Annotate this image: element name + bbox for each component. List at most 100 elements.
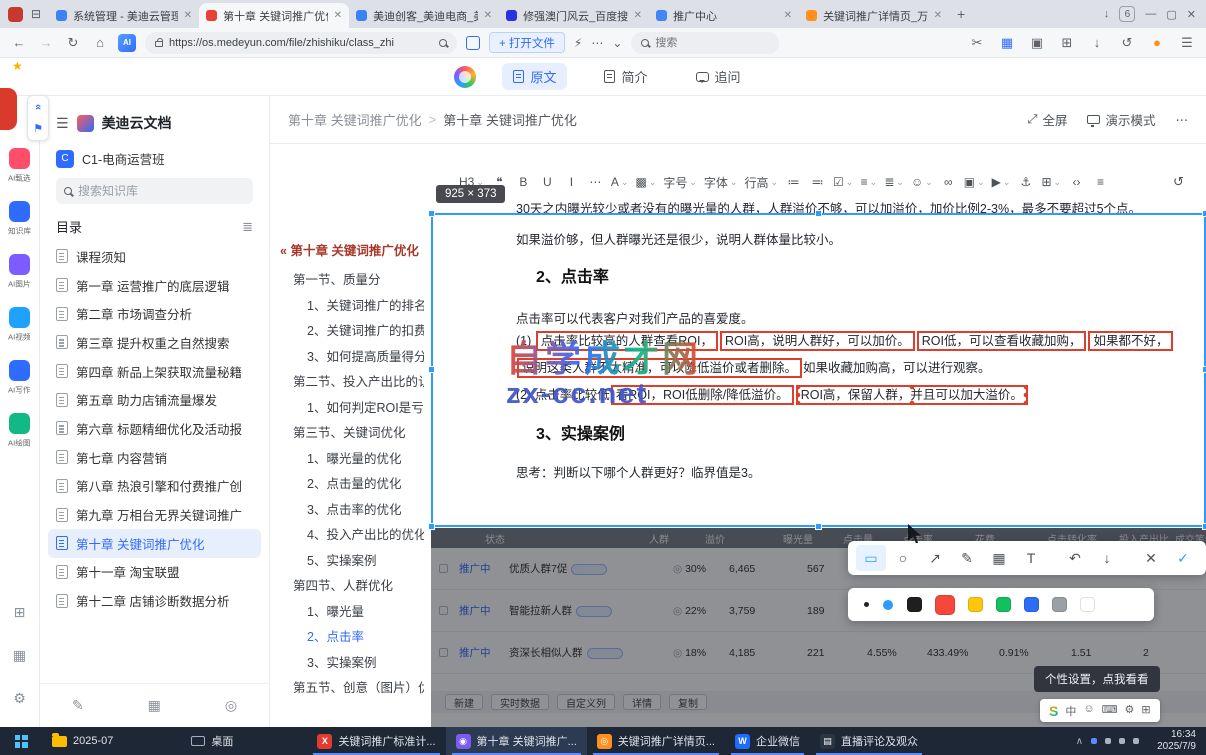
close-icon[interactable]: ✕ <box>1187 8 1196 21</box>
tray-expand-icon[interactable]: ∧ <box>1076 736 1083 747</box>
toc-item[interactable]: 1、关键词推广的排名公式 <box>280 294 424 320</box>
color-swatch[interactable] <box>1024 597 1039 612</box>
chevron-down-icon[interactable]: ⌄ <box>612 36 622 50</box>
ime-icon[interactable]: ☺ <box>1083 703 1094 719</box>
chapter-item[interactable]: 第九章 万相台无界关键词推广 <box>48 500 261 529</box>
mosaic-tool[interactable]: ▦ <box>984 545 1014 571</box>
back-icon[interactable]: ← <box>10 35 28 51</box>
toc-item[interactable]: 第二节、投入产出比的认识 <box>280 370 424 396</box>
present-mode-button[interactable]: 演示模式 <box>1087 110 1156 129</box>
color-swatch[interactable] <box>1052 597 1067 612</box>
toc-item[interactable]: 3、点击率的优化 <box>280 498 424 524</box>
browser-tab[interactable]: 系统管理 - 美迪云管理 ✕ <box>49 3 199 28</box>
toc-item[interactable]: 1、曝光量 <box>280 600 424 626</box>
resize-handle[interactable] <box>1202 210 1206 217</box>
scissors-icon[interactable]: ✂ <box>968 35 986 51</box>
settings-icon[interactable]: ⚙ <box>13 690 26 707</box>
menu-icon[interactable]: ☰ <box>1178 35 1196 51</box>
collapse-up-icon[interactable]: « <box>32 104 44 110</box>
taskbar-app[interactable]: ◎ 关键词推广详情页... <box>587 727 725 755</box>
color-swatch[interactable] <box>1080 597 1095 612</box>
toc-item[interactable]: 第三节、关键词优化 <box>280 421 424 447</box>
toc-item[interactable]: 4、投入产出比的优化（观察7天/15... <box>280 523 424 549</box>
chapter-item[interactable]: 第十一章 淘宝联盟 <box>48 558 261 587</box>
pen-tool[interactable]: ✎ <box>952 545 982 571</box>
brush-size-small[interactable] <box>864 602 869 607</box>
toolbar-search-input[interactable] <box>655 36 770 49</box>
start-button[interactable] <box>0 727 42 755</box>
bookmark-star-icon[interactable]: ★ <box>12 59 23 73</box>
open-file-button[interactable]: + 打开文件 <box>489 32 565 53</box>
resize-handle[interactable] <box>1202 523 1206 530</box>
chapter-item[interactable]: 第七章 内容营销 <box>48 443 261 472</box>
tab-close-icon[interactable]: ✕ <box>784 10 792 21</box>
resize-handle[interactable] <box>428 366 435 373</box>
toc-title[interactable]: « 第十章 关键词推广优化 <box>280 240 424 259</box>
collapse-icon[interactable]: « <box>280 244 287 258</box>
chapter-item[interactable]: 第十二章 店铺诊断数据分析 <box>48 586 261 615</box>
toc-item[interactable]: 2、关键词推广的扣费公式 <box>280 319 424 345</box>
power-icon[interactable]: ◎ <box>225 697 237 714</box>
capture-selection[interactable] <box>428 210 1206 530</box>
taskbar-app[interactable]: W 企业微信 <box>725 727 810 755</box>
rail-item[interactable]: AI甄选 <box>6 148 33 184</box>
toc-item[interactable]: 1、如何判定ROI是亏是赚 <box>280 396 424 422</box>
toc-item[interactable]: 第四节、人群优化 <box>280 574 424 600</box>
minimize-icon[interactable]: — <box>1145 8 1156 20</box>
apps-grid-icon[interactable]: ▦ <box>998 35 1016 51</box>
toc-item[interactable]: 2、点击量的优化 <box>280 472 424 498</box>
tray-icon[interactable] <box>1091 738 1098 744</box>
rail-item[interactable]: AI绘图 <box>6 413 33 449</box>
browser-tab[interactable]: 美迪创客_美迪电商_美... ✕ <box>349 3 499 28</box>
chapter-item[interactable]: 第一章 运营推广的底层逻辑 <box>48 271 261 300</box>
tab-list-icon[interactable]: ⊟ <box>31 7 41 21</box>
refresh-icon[interactable]: ↻ <box>64 35 82 51</box>
resize-handle[interactable] <box>814 210 822 217</box>
rail-item[interactable]: AI视频 <box>6 307 33 343</box>
rail-item[interactable]: AI写作 <box>6 360 33 396</box>
chapter-item[interactable]: 第五章 助力店铺流量爆发 <box>48 385 261 414</box>
profile-icon[interactable]: ● <box>1148 35 1166 50</box>
browser-tab[interactable]: 关键词推广详情页_万相... ✕ <box>799 3 949 28</box>
color-swatch[interactable] <box>968 597 983 612</box>
outline-icon[interactable]: ≣ <box>242 219 253 235</box>
taskbar-folder[interactable]: 2025-07 <box>42 727 123 755</box>
grid-icon[interactable]: ▦ <box>13 647 26 664</box>
toc-item[interactable]: 第五节、创意（图片）优化 <box>280 676 424 702</box>
ai-assistant-icon[interactable]: AI <box>118 33 136 52</box>
new-tab-button[interactable]: + <box>949 6 973 22</box>
tray-icon[interactable] <box>1133 738 1140 744</box>
knowledge-search-input[interactable] <box>78 184 245 198</box>
toc-item[interactable]: 2、点击率 <box>280 625 424 651</box>
downloads-tray-icon[interactable]: ↓ <box>1104 8 1110 20</box>
tray-icon[interactable] <box>1119 738 1126 744</box>
toc-item[interactable]: 3、如何提高质量得分 <box>280 345 424 371</box>
taskbar-app[interactable]: X 关键词推广标准计... <box>307 727 445 755</box>
quick-launch-icon[interactable]: ⚡ <box>574 36 582 50</box>
tab-count-badge[interactable]: 6 <box>1119 6 1136 22</box>
toc-item[interactable]: 1、曝光量的优化 <box>280 447 424 473</box>
sidebar-toggle-icon[interactable] <box>466 35 480 50</box>
ime-logo-icon[interactable]: S <box>1049 703 1058 719</box>
menu-icon[interactable]: ☰ <box>56 115 69 132</box>
chapter-item[interactable]: 第十章 关键词推广优化 <box>48 528 261 558</box>
browser-logo-icon[interactable] <box>8 6 23 22</box>
home-icon[interactable]: ⌂ <box>91 35 109 51</box>
knowledge-search[interactable] <box>56 178 253 204</box>
ime-icon[interactable]: ⊞ <box>1141 703 1150 719</box>
download-tool[interactable]: ↓ <box>1092 545 1122 571</box>
tab-close-icon[interactable]: ✕ <box>184 10 192 21</box>
workspace-selector[interactable]: C C1-电商运营班 <box>56 149 253 168</box>
ime-icon[interactable]: 中 <box>1065 703 1076 719</box>
edit-icon[interactable]: ✎ <box>72 697 84 714</box>
address-bar[interactable]: https://os.medeyun.com/file/zhishiku/cla… <box>145 31 457 54</box>
rect-tool[interactable]: ▭ <box>856 545 886 571</box>
tab-close-icon[interactable]: ✕ <box>634 10 642 21</box>
extension-icon[interactable]: ⊞ <box>1058 35 1076 51</box>
browser-tab[interactable]: 推广中心 ✕ <box>649 3 799 28</box>
resize-handle[interactable] <box>814 523 822 530</box>
resize-handle[interactable] <box>428 210 435 217</box>
breadcrumb-parent[interactable]: 第十章 关键词推广优化 <box>288 110 422 129</box>
toc-item[interactable]: 第一节、质量分 <box>280 268 424 294</box>
reader-icon[interactable]: ▣ <box>1028 35 1046 51</box>
